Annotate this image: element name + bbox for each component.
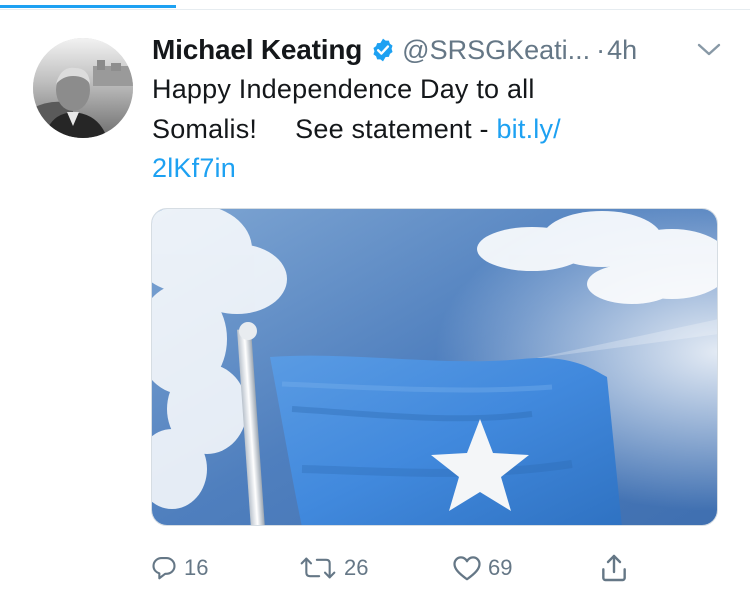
reply-button[interactable]: 16: [150, 548, 208, 588]
share-icon: [598, 552, 630, 584]
display-name[interactable]: Michael Keating: [152, 34, 362, 66]
tweet-link-part-2[interactable]: 2lKf7in: [152, 149, 652, 189]
like-count: 69: [488, 555, 513, 580]
tweet-text-line-2: Somalis! See statement - bit.ly/: [152, 110, 652, 150]
reply-count: 16: [184, 555, 209, 580]
reply-icon: [150, 554, 178, 582]
user-handle[interactable]: @SRSGKeati...: [402, 35, 590, 66]
tweet-media-image[interactable]: [151, 208, 718, 526]
tweet-text: Happy Independence Day to all Somalis! Se…: [152, 70, 652, 189]
verified-badge-icon: [370, 37, 396, 63]
like-button[interactable]: 69: [452, 548, 512, 588]
tweet-text-line-1: Happy Independence Day to all: [152, 74, 535, 104]
separator-dot: ·: [596, 34, 606, 65]
chevron-down-icon[interactable]: [695, 40, 723, 60]
retweet-button[interactable]: 26: [298, 548, 368, 588]
somali-flag-photo: [152, 209, 717, 525]
tweet-header: Michael Keating @SRSGKeati... · 4h: [152, 30, 737, 70]
timestamp[interactable]: 4h: [607, 35, 637, 66]
avatar-photo: [33, 38, 133, 138]
tweet-text-see-statement: See statement -: [295, 113, 489, 144]
top-tab-bar: [0, 0, 750, 10]
tweet-link-part-1[interactable]: bit.ly/: [496, 114, 560, 144]
avatar[interactable]: [33, 38, 133, 138]
retweet-icon: [298, 554, 338, 582]
tweet-actions: 16 26 69: [150, 548, 650, 588]
tab-divider: [0, 9, 750, 10]
tweet-text-somalis: Somalis!: [152, 113, 258, 144]
active-tab-indicator: [0, 5, 176, 8]
heart-icon: [452, 554, 482, 582]
share-button[interactable]: [598, 548, 630, 588]
retweet-count: 26: [344, 555, 369, 580]
